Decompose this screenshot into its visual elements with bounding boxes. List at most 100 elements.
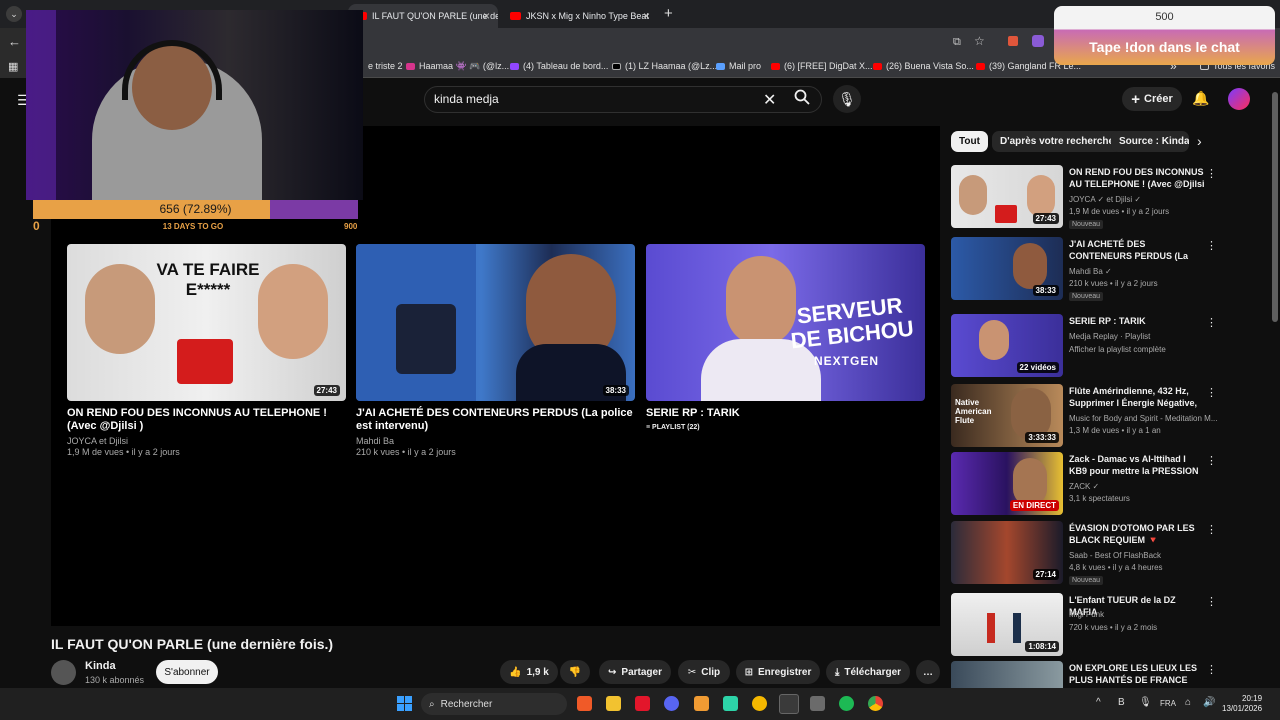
recommendation-item[interactable]: 27:43 ON REND FOU DES INCONNUS AU TELEPH… [951, 165, 1217, 229]
recommendation-item[interactable]: 1:08:14 L'Enfant TUEUR de la DZ MAFIA Mi… [951, 593, 1217, 657]
more-options-icon[interactable]: ⋮ [1206, 239, 1217, 252]
recommendation-item[interactable]: 22 vidéos SERIE RP : TARIK Medja Replay … [951, 314, 1217, 378]
more-options-icon[interactable]: ⋮ [1206, 386, 1217, 399]
subscribe-button[interactable]: S'abonner [156, 660, 218, 684]
bookmark-item[interactable]: (6) [FREE] DigDat X... [771, 61, 873, 71]
video-thumbnail[interactable]: EN DIRECT [951, 452, 1063, 515]
video-thumbnail[interactable]: 38:33 [951, 237, 1063, 300]
apps-grid-icon[interactable]: ▦ [8, 60, 18, 73]
rec-title[interactable]: Zack - Damac vs Al-Ittihad I KB9 pour me… [1069, 453, 1205, 477]
more-actions-button[interactable]: … [916, 660, 940, 684]
bookmark-star-icon[interactable]: ☆ [974, 34, 985, 48]
bookmark-item[interactable]: Haamaa 👾 🎮 (@lz... [406, 61, 509, 72]
chrome-icon[interactable] [868, 696, 883, 711]
rec-title[interactable]: ON EXPLORE LES LIEUX LES PLUS HANTÉS DE … [1069, 662, 1205, 686]
tab-beat[interactable]: JKSN x Mig x Ninho Type Beat × [502, 4, 658, 28]
more-options-icon[interactable]: ⋮ [1206, 454, 1217, 467]
app-icon[interactable] [723, 696, 738, 711]
rec-channel[interactable]: Music for Body and Spirit - Meditation M… [1069, 414, 1218, 423]
volume-icon[interactable]: 🔊 [1203, 697, 1215, 708]
chip-related[interactable]: D'après votre recherche [992, 131, 1123, 152]
video-thumbnail[interactable]: 27:14 [951, 521, 1063, 584]
tab-active[interactable]: IL FAUT QU'ON PARLE (une der × [348, 4, 498, 28]
bookmark-item[interactable]: Mail pro [716, 61, 761, 71]
video-thumbnail[interactable]: 38:33 [356, 244, 635, 401]
card-title[interactable]: J'AI ACHETÉ DES CONTENEURS PERDUS (La po… [356, 407, 635, 433]
app-icon[interactable] [635, 696, 650, 711]
channel-name[interactable]: Kinda [85, 660, 116, 672]
notifications-bell-icon[interactable]: 🔔 [1192, 90, 1209, 107]
rec-channel[interactable]: Saab - Best Of FlashBack [1069, 551, 1161, 560]
more-options-icon[interactable]: ⋮ [1206, 167, 1217, 180]
search-input[interactable]: kinda medja [434, 92, 499, 106]
next-app-icon[interactable] [779, 694, 799, 714]
rec-channel[interactable]: Migi Punk [1069, 610, 1104, 619]
clip-button[interactable]: ✂ Clip [678, 660, 730, 684]
app-icon[interactable] [752, 696, 767, 711]
rec-channel[interactable]: Mahdi Ba ✓ [1069, 267, 1112, 276]
recommendation-item[interactable]: ON EXPLORE LES LIEUX LES PLUS HANTÉS DE … [951, 661, 1213, 688]
tab-search-dropdown[interactable]: ⌄ [6, 6, 22, 22]
chevron-right-icon[interactable]: › [1197, 133, 1202, 149]
rec-title[interactable]: ON REND FOU DES INCONNUS AU TELEPHONE ! … [1069, 166, 1205, 190]
like-button[interactable]: 👍 1,9 k [500, 660, 558, 684]
more-options-icon[interactable]: ⋮ [1206, 523, 1217, 536]
download-button[interactable]: ⤓ Télécharger [826, 660, 910, 684]
close-tab-icon[interactable]: × [483, 9, 490, 23]
search-icon[interactable] [794, 89, 810, 105]
playlist-thumbnail[interactable]: 22 vidéos [951, 314, 1063, 377]
recommendation-item[interactable]: 27:14 ÉVASION D'OTOMO PAR LES BLACK REQU… [951, 521, 1217, 585]
page-scrollbar[interactable] [1272, 92, 1278, 322]
video-thumbnail[interactable] [951, 661, 1063, 688]
extension-icon[interactable] [1032, 35, 1044, 47]
bookmark-item[interactable]: e triste 2 [368, 61, 403, 71]
bookmark-item[interactable]: (26) Buena Vista So... [873, 61, 974, 71]
video-thumbnail[interactable]: Native American Flute 3:33:33 [951, 384, 1063, 447]
rec-title[interactable]: SERIE RP : TARIK [1069, 315, 1205, 327]
recommendation-item[interactable]: Native American Flute 3:33:33 Flûte Amér… [951, 384, 1218, 448]
back-arrow-icon[interactable]: ← [8, 34, 21, 49]
rec-title[interactable]: Flûte Amérindienne, 432 Hz, Supprimer l … [1069, 385, 1205, 409]
save-button[interactable]: ⊞ Enregistrer [736, 660, 820, 684]
rec-channel[interactable]: Medja Replay · Playlist [1069, 332, 1150, 341]
chip-source[interactable]: Source : Kinda [1111, 131, 1189, 152]
card-title[interactable]: SERIE RP : TARIK [646, 407, 925, 420]
new-tab-button[interactable]: + [664, 5, 673, 22]
video-thumbnail[interactable]: VA TE FAIRE E***** 27:43 [67, 244, 346, 401]
bookmark-item[interactable]: (1) LZ Haamaa (@Lz... [612, 61, 717, 71]
endscreen-card[interactable]: SERVEUR DE BICHOU NEXTGEN SERIE RP : TAR… [646, 244, 925, 431]
install-app-icon[interactable]: ⧉ [953, 36, 961, 49]
rec-channel[interactable]: ZACK ✓ [1069, 482, 1099, 491]
card-title[interactable]: ON REND FOU DES INCONNUS AU TELEPHONE ! … [67, 407, 346, 433]
language-indicator[interactable]: FRA [1160, 699, 1176, 708]
view-full-playlist-link[interactable]: Afficher la playlist complète [1069, 345, 1166, 354]
recommendation-item[interactable]: EN DIRECT Zack - Damac vs Al-Ittihad I K… [951, 452, 1217, 516]
endscreen-card[interactable]: 38:33 J'AI ACHETÉ DES CONTENEURS PERDUS … [356, 244, 635, 457]
recommendation-item[interactable]: 38:33 J'AI ACHETÉ DES CONTENEURS PERDUS … [951, 237, 1217, 301]
rec-channel[interactable]: JOYCA ✓ et Djilsi ✓ [1069, 195, 1141, 204]
spotify-icon[interactable] [839, 696, 854, 711]
more-options-icon[interactable]: ⋮ [1206, 316, 1217, 329]
clock[interactable]: 20:19 13/01/2026 [1222, 694, 1262, 714]
app-icon[interactable] [694, 696, 709, 711]
tray-app-icon[interactable]: B [1118, 697, 1125, 708]
more-options-icon[interactable]: ⋮ [1206, 663, 1213, 676]
tray-chevron-icon[interactable]: ^ [1096, 697, 1101, 708]
dislike-button[interactable]: 👎 [560, 660, 590, 684]
discord-icon[interactable] [664, 696, 679, 711]
network-icon[interactable]: ⌂ [1185, 697, 1191, 708]
brave-icon[interactable] [577, 696, 592, 711]
account-avatar[interactable] [1228, 88, 1250, 110]
close-tab-icon[interactable]: × [643, 9, 650, 23]
clear-search-icon[interactable]: ✕ [763, 90, 776, 110]
extension-icon[interactable] [1008, 36, 1018, 46]
file-explorer-icon[interactable] [606, 696, 621, 711]
video-thumbnail[interactable]: 1:08:14 [951, 593, 1063, 656]
more-options-icon[interactable]: ⋮ [1206, 595, 1217, 608]
endscreen-card[interactable]: VA TE FAIRE E***** 27:43 ON REND FOU DES… [67, 244, 346, 457]
channel-avatar[interactable] [51, 660, 76, 685]
windows-start-icon[interactable] [397, 696, 412, 711]
taskbar-search[interactable]: ⌕ Rechercher [421, 693, 567, 715]
bookmark-item[interactable]: (4) Tableau de bord... [510, 61, 608, 71]
rec-title[interactable]: ÉVASION D'OTOMO PAR LES BLACK REQUIEM 🔻 … [1069, 522, 1205, 546]
